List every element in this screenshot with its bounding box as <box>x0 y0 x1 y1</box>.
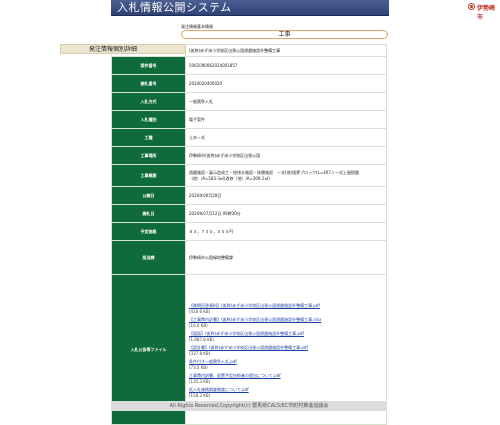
table-row: 工事場所 伊勢崎市(仮称)赤ず米小学校区出張公園 <box>111 146 387 165</box>
app-title: 入札情報公開システム <box>117 1 232 14</box>
row-label: 公開日 <box>111 186 186 205</box>
city-name: 伊勢崎市 <box>477 5 496 21</box>
table-row: 工種 土木一式 <box>111 128 387 147</box>
file-size: (337.8 KB) <box>189 350 211 356</box>
bid-info-table: 件名 (仮称)赤ず米小学校区出張公園遊戯施設外整備工事 案件番号 5061090… <box>111 44 387 425</box>
row-label: 開札日 <box>111 204 186 223</box>
file-size: (135.3 KB) <box>189 378 211 384</box>
file-item: 工事費内訳書、配置予定技術者の提出について.pdf (135.3 KB) <box>189 373 383 384</box>
file-size: (410.6 KB) <box>189 308 211 314</box>
row-value: 伊勢崎市公園緑地整備課 <box>185 240 387 275</box>
row-label: 入札種別 <box>111 110 186 129</box>
file-item: 【質問回答資料】(仮称)赤ず米小学校区出張公園遊戯施設外整備工事.pdf (41… <box>189 303 383 314</box>
row-value-title: (仮称)赤ず米小学校区出張公園遊戯施設外整備工事 <box>185 44 387 57</box>
file-item: 【設計書】(仮称)赤ず米小学校区出張公園遊戯施設外整備工事.pdf (337.8… <box>189 345 383 356</box>
footer: All Rights Reserved,Copyright(c) 群馬県CALS… <box>111 401 387 411</box>
row-label: 予定価格 <box>111 222 186 241</box>
row-label: 工事概要 <box>111 164 186 187</box>
table-row: 入札種別 電子案件 <box>111 110 387 129</box>
row-value: 遊戯施設・展示造成工・他排水施設・休憩施設 一式(他)境界ブロック(L=407.… <box>185 164 387 187</box>
footer-copyright: All Rights Reserved,Copyright(c) 群馬県CALS… <box>169 403 329 409</box>
row-value: 5061090062024001857 <box>185 56 387 75</box>
file-size: (73.5 KB) <box>189 364 208 370</box>
file-size: (16.0 KB) <box>189 322 208 328</box>
table-row: 担当課 伊勢崎市公園緑地整備課 <box>111 240 387 275</box>
table-row: 案件番号 5061090062024001857 <box>111 56 387 75</box>
row-label: 担当課 <box>111 240 186 275</box>
table-row: 工事概要 遊戯施設・展示造成工・他排水施設・休憩施設 一式(他)境界ブロック(L… <box>111 164 387 187</box>
row-value: 2024年07月12日 09時30分 <box>185 204 387 223</box>
row-value: 一般競争入札 <box>185 92 387 111</box>
row-label: 工種 <box>111 128 186 147</box>
table-row: 開札番号 2024020400020 <box>111 74 387 93</box>
table-row: 公開日 2024年06月28日 <box>111 186 387 205</box>
row-value: 2024020400020 <box>185 74 387 93</box>
row-label: 開札番号 <box>111 74 186 93</box>
row-label: 案件番号 <box>111 56 186 75</box>
section-header: 発注情報基本情報 工事 <box>181 24 388 39</box>
row-label: 工事場所 <box>111 146 186 165</box>
app-header: 入札情報公開システム 伊勢崎市 <box>111 0 499 21</box>
file-item: 条件付き一般競争入札.pdf (73.5 KB) <box>189 359 383 370</box>
row-value: 伊勢崎市(仮称)赤ず米小学校区出張公園 <box>185 146 387 165</box>
city-emblem-icon <box>468 3 475 10</box>
file-item: 低入札価格調査制度について.pdf (158.2 KB) <box>189 387 383 398</box>
file-size: (158.2 KB) <box>189 392 211 398</box>
detail-section-bar: 発注情報個別詳細 <box>60 44 186 54</box>
file-size: (1,687.8 KB) <box>189 336 215 342</box>
row-value: 2024年06月28日 <box>185 186 387 205</box>
city-logo[interactable]: 伊勢崎市 <box>467 1 499 21</box>
row-value: ８３，７４０，０００円 <box>185 222 387 241</box>
row-value: 電子案件 <box>185 110 387 129</box>
file-item: 【工事費内訳書】(仮称)赤ず米小学校区出張公園遊戯施設外整備工事.xlsx (1… <box>189 317 383 328</box>
section-title: 工事 <box>181 30 388 39</box>
row-value: 土木一式 <box>185 128 387 147</box>
table-row: 開札日 2024年07月12日 09時30分 <box>111 204 387 223</box>
table-row: 予定価格 ８３，７４０，０００円 <box>111 222 387 241</box>
row-label: 入札方式 <box>111 92 186 111</box>
file-item: 【図面】(仮称)赤ず米小学校区出張公園遊戯施設外整備工事.pdf (1,687.… <box>189 331 383 342</box>
table-row: 入札方式 一般競争入札 <box>111 92 387 111</box>
